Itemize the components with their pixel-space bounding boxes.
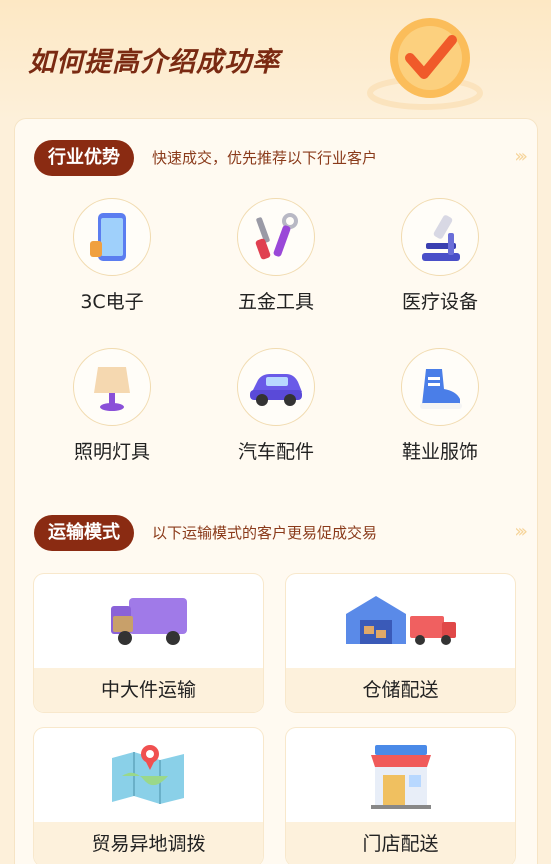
chevrons-icon: ››› [514,521,527,542]
microscope-icon [401,198,479,276]
transport-desc: 以下运输模式的客户更易促成交易 [152,524,378,542]
transport-item-large[interactable]: 中大件运输 [34,574,263,712]
content-card: 行业优势 快速成交，优先推荐以下行业客户 ››› 3C电子 五金工具 医疗设备 … [14,118,538,864]
industry-item-footwear[interactable]: 鞋业服饰 [375,348,505,468]
industry-item-hardware[interactable]: 五金工具 [211,198,341,318]
truck-icon [34,574,263,668]
industry-label: 医疗设备 [401,291,478,313]
page-title: 如何提高介绍成功率 [28,47,280,78]
transport-label: 仓储配送 [286,668,515,712]
industry-label: 鞋业服饰 [401,441,478,463]
industry-label: 3C电子 [80,291,144,313]
industry-label: 汽车配件 [237,441,314,463]
transport-tag: 运输模式 [34,515,134,551]
shoe-icon [401,348,479,426]
map-icon [34,728,263,822]
industry-desc: 快速成交，优先推荐以下行业客户 [152,149,378,167]
transport-label: 贸易异地调拨 [34,822,263,864]
chevrons-icon: ››› [514,146,527,167]
transport-label: 门店配送 [286,822,515,864]
industry-label: 照明灯具 [73,441,150,463]
phone-icon [73,198,151,276]
industry-section-header: 行业优势 快速成交，优先推荐以下行业客户 ››› [34,140,528,176]
car-icon [237,348,315,426]
transport-item-warehouse[interactable]: 仓储配送 [286,574,515,712]
transport-section-header: 运输模式 以下运输模式的客户更易促成交易 ››› [34,515,528,551]
industry-item-auto[interactable]: 汽车配件 [211,348,341,468]
checkmark-badge-icon [360,8,490,118]
lamp-icon [73,348,151,426]
transport-label: 中大件运输 [34,668,263,712]
industry-item-medical[interactable]: 医疗设备 [375,198,505,318]
industry-tag: 行业优势 [34,140,134,176]
tools-icon [237,198,315,276]
store-icon [286,728,515,822]
transport-item-transfer[interactable]: 贸易异地调拨 [34,728,263,864]
industry-label: 五金工具 [237,291,314,313]
industry-item-3c[interactable]: 3C电子 [47,198,177,318]
industry-item-lighting[interactable]: 照明灯具 [47,348,177,468]
transport-item-store[interactable]: 门店配送 [286,728,515,864]
warehouse-icon [286,574,515,668]
